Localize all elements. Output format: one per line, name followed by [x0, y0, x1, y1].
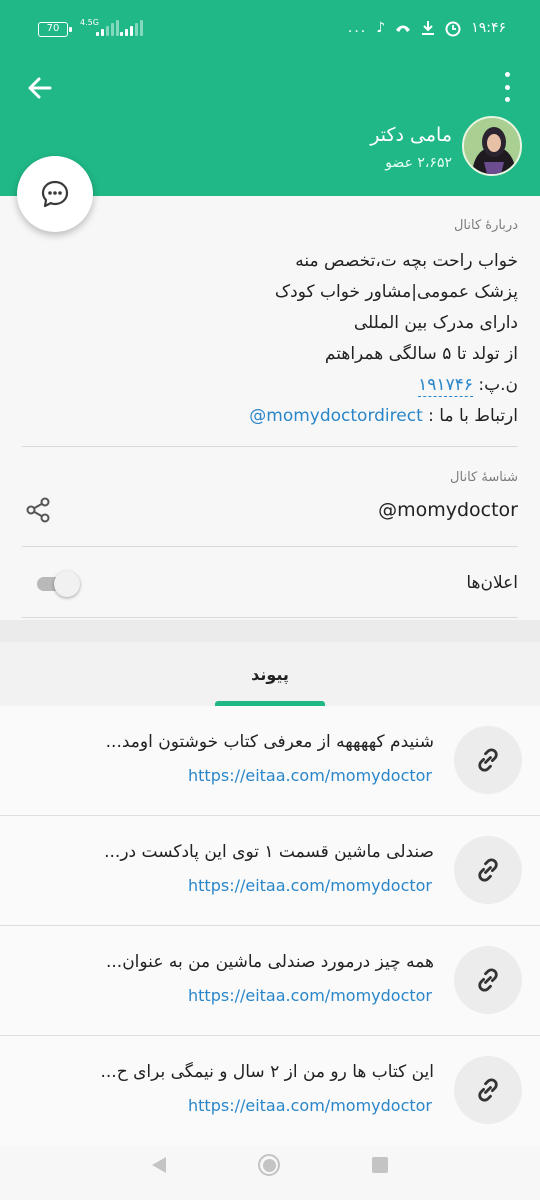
chat-button[interactable]	[17, 156, 93, 232]
link-icon	[478, 968, 498, 992]
tab-links[interactable]: پیوند	[215, 642, 325, 706]
about-line: پزشک عمومی|مشاور خواب کودک	[274, 282, 518, 302]
notifications-toggle[interactable]	[37, 571, 81, 597]
divider	[22, 446, 518, 447]
contact-link[interactable]: @momydoctordirect	[249, 406, 422, 426]
about-line: از تولد تا ۵ سالگی همراهتم	[324, 344, 518, 364]
contact-line: ارتباط با ما : @momydoctordirect	[22, 401, 518, 432]
link-thumbnail	[454, 1056, 522, 1124]
link-url[interactable]: https://eitaa.com/momydoctor	[188, 1096, 432, 1115]
license-line: ن.پ: ۱۹۱۷۴۶	[22, 370, 518, 401]
alarm-icon	[445, 21, 461, 37]
divider	[22, 617, 518, 618]
about-text: خواب راحت بچه ت،تخصص منه پزشک عمومی|مشاو…	[22, 246, 518, 432]
clock: ۱۹:۴۶	[471, 20, 506, 36]
about-label: دربارهٔ کانال	[453, 218, 518, 233]
more-notifications: ...	[347, 20, 368, 36]
link-list: شنیدم کههههه از معرفی کتاب خوشتون اومد..…	[0, 706, 540, 1146]
link-title: این کتاب ها رو من از ۲ سال و نیمگی برای …	[100, 1062, 435, 1082]
link-thumbnail	[454, 946, 522, 1014]
link-url[interactable]: https://eitaa.com/momydoctor	[188, 876, 432, 895]
member-count: ۲،۶۵۲ عضو	[385, 155, 452, 171]
list-item[interactable]: شنیدم کههههه از معرفی کتاب خوشتون اومد..…	[0, 706, 540, 816]
link-icon	[478, 748, 498, 772]
link-title: شنیدم کههههه از معرفی کتاب خوشتون اومد..…	[105, 732, 434, 752]
link-thumbnail	[454, 836, 522, 904]
avatar[interactable]	[462, 116, 522, 176]
contact-prefix: ارتباط با ما :	[422, 406, 518, 426]
nav-recents-icon[interactable]	[372, 1157, 388, 1173]
about-line: دارای مدرک بین المللی	[353, 313, 518, 333]
battery-level: 70	[46, 23, 60, 34]
download-icon	[422, 21, 435, 35]
link-url[interactable]: https://eitaa.com/momydoctor	[188, 986, 432, 1005]
nav-home-icon[interactable]	[258, 1154, 280, 1176]
channel-name: مامی دکتر	[370, 124, 452, 146]
more-vert-icon[interactable]	[502, 72, 512, 102]
license-number-link[interactable]: ۱۹۱۷۴۶	[418, 374, 473, 397]
signal-icon	[96, 20, 119, 36]
call-icon	[396, 25, 411, 32]
share-icon[interactable]	[24, 496, 52, 524]
link-title: صندلی ماشین قسمت ۱ توی این پادکست در...	[104, 842, 434, 862]
link-url[interactable]: https://eitaa.com/momydoctor	[188, 766, 432, 785]
list-item[interactable]: همه چیز درمورد صندلی ماشین من به عنوان..…	[0, 926, 540, 1036]
back-arrow-icon[interactable]	[22, 70, 58, 106]
section-gap	[0, 620, 540, 642]
channel-username[interactable]: @momydoctor	[378, 499, 518, 521]
music-icon: ♪	[376, 20, 386, 36]
divider	[22, 546, 518, 547]
battery-icon: 70	[38, 22, 72, 37]
link-title: همه چیز درمورد صندلی ماشین من به عنوان..…	[105, 952, 434, 972]
list-item[interactable]: صندلی ماشین قسمت ۱ توی این پادکست در... …	[0, 816, 540, 926]
channel-info: دربارهٔ کانال خواب راحت بچه ت،تخصص منه پ…	[0, 196, 540, 620]
system-nav-bar	[0, 1130, 540, 1200]
about-line: خواب راحت بچه ت،تخصص منه	[295, 251, 518, 271]
license-prefix: ن.پ:	[472, 375, 518, 395]
nav-back-icon[interactable]	[152, 1157, 166, 1173]
link-thumbnail	[454, 726, 522, 794]
media-tabs: پیوند	[0, 642, 540, 706]
notifications-label: اعلان‌ها	[466, 573, 518, 593]
signal-icon-2	[120, 20, 143, 36]
status-bar: 70 4.5G ... ♪ ۱۹:۴۶	[0, 0, 540, 60]
link-icon	[478, 1078, 498, 1102]
channel-id-label: شناسهٔ کانال	[450, 470, 518, 485]
link-icon	[478, 858, 498, 882]
chat-bubble-icon	[41, 180, 69, 208]
